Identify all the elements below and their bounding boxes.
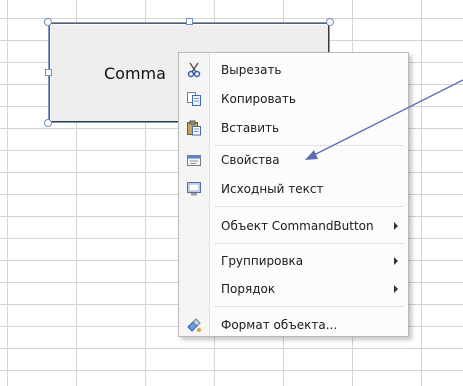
annotation-pointer-arrow	[305, 79, 463, 160]
